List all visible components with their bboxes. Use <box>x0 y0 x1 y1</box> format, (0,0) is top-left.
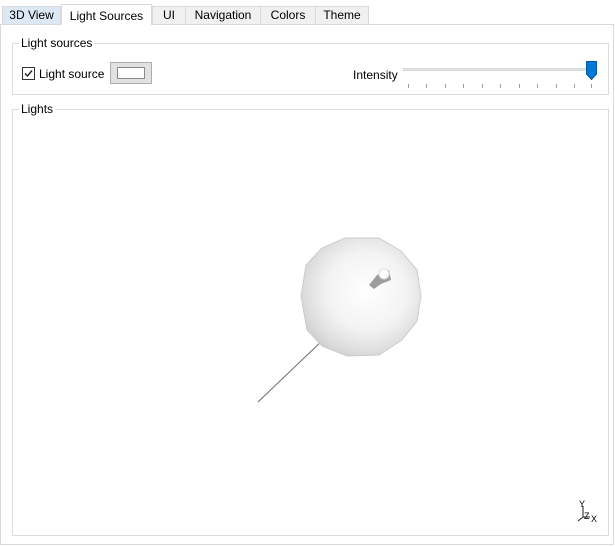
tab-light-sources[interactable]: Light Sources <box>61 4 152 25</box>
slider-tick <box>408 84 409 88</box>
light-source-label[interactable]: Light source <box>39 67 104 81</box>
tab-colors[interactable]: Colors <box>260 6 316 24</box>
light-sphere-icon[interactable] <box>300 237 422 357</box>
tab-label: Navigation <box>194 8 252 22</box>
axis-label-y: Y <box>579 499 585 509</box>
tab-ui[interactable]: UI <box>152 6 186 24</box>
tab-label: Theme <box>323 8 361 22</box>
tab-bar: 3D View Light Sources UI Navigation Colo… <box>0 0 615 25</box>
axis-label-z: Z <box>584 511 590 521</box>
intensity-slider[interactable] <box>403 58 603 90</box>
tab-label: Light Sources <box>69 9 144 23</box>
tab-3d-view[interactable]: 3D View <box>2 6 61 24</box>
light-source-checkbox[interactable] <box>22 67 35 80</box>
slider-tick <box>574 84 575 88</box>
axis-triad-icon: Y Z X <box>577 499 597 524</box>
light-color-swatch <box>117 67 145 79</box>
tab-label: UI <box>163 8 175 22</box>
light-direction-line <box>257 337 326 403</box>
tab-theme[interactable]: Theme <box>315 6 369 24</box>
preferences-window: 3D View Light Sources UI Navigation Colo… <box>0 0 615 546</box>
slider-tick <box>500 84 501 88</box>
slider-tick <box>556 84 557 88</box>
slider-tick <box>482 84 483 88</box>
slider-tick <box>426 84 427 88</box>
lights-3d-viewport[interactable]: Y Z X <box>13 110 605 535</box>
tab-navigation[interactable]: Navigation <box>185 6 261 24</box>
light-color-button[interactable] <box>110 62 152 84</box>
lights-group: Lights Y Z X <box>12 102 609 536</box>
slider-tick <box>445 84 446 88</box>
check-icon <box>24 70 33 78</box>
tab-label: Colors <box>270 8 306 22</box>
slider-tick <box>463 84 464 88</box>
slider-tick <box>537 84 538 88</box>
light-sources-group: Light sources Light source Intensity <box>12 36 609 95</box>
light-hotspot <box>378 268 390 280</box>
axis-label-x: X <box>591 514 597 524</box>
intensity-label: Intensity <box>353 68 398 82</box>
slider-tick <box>519 84 520 88</box>
slider-tick <box>591 84 592 88</box>
slider-thumb-icon[interactable] <box>586 61 597 81</box>
tab-label: 3D View <box>9 8 54 22</box>
light-sources-pane: Light sources Light source Intensity Lig… <box>0 24 614 545</box>
group-title: Light sources <box>19 36 95 50</box>
slider-track <box>403 68 595 71</box>
